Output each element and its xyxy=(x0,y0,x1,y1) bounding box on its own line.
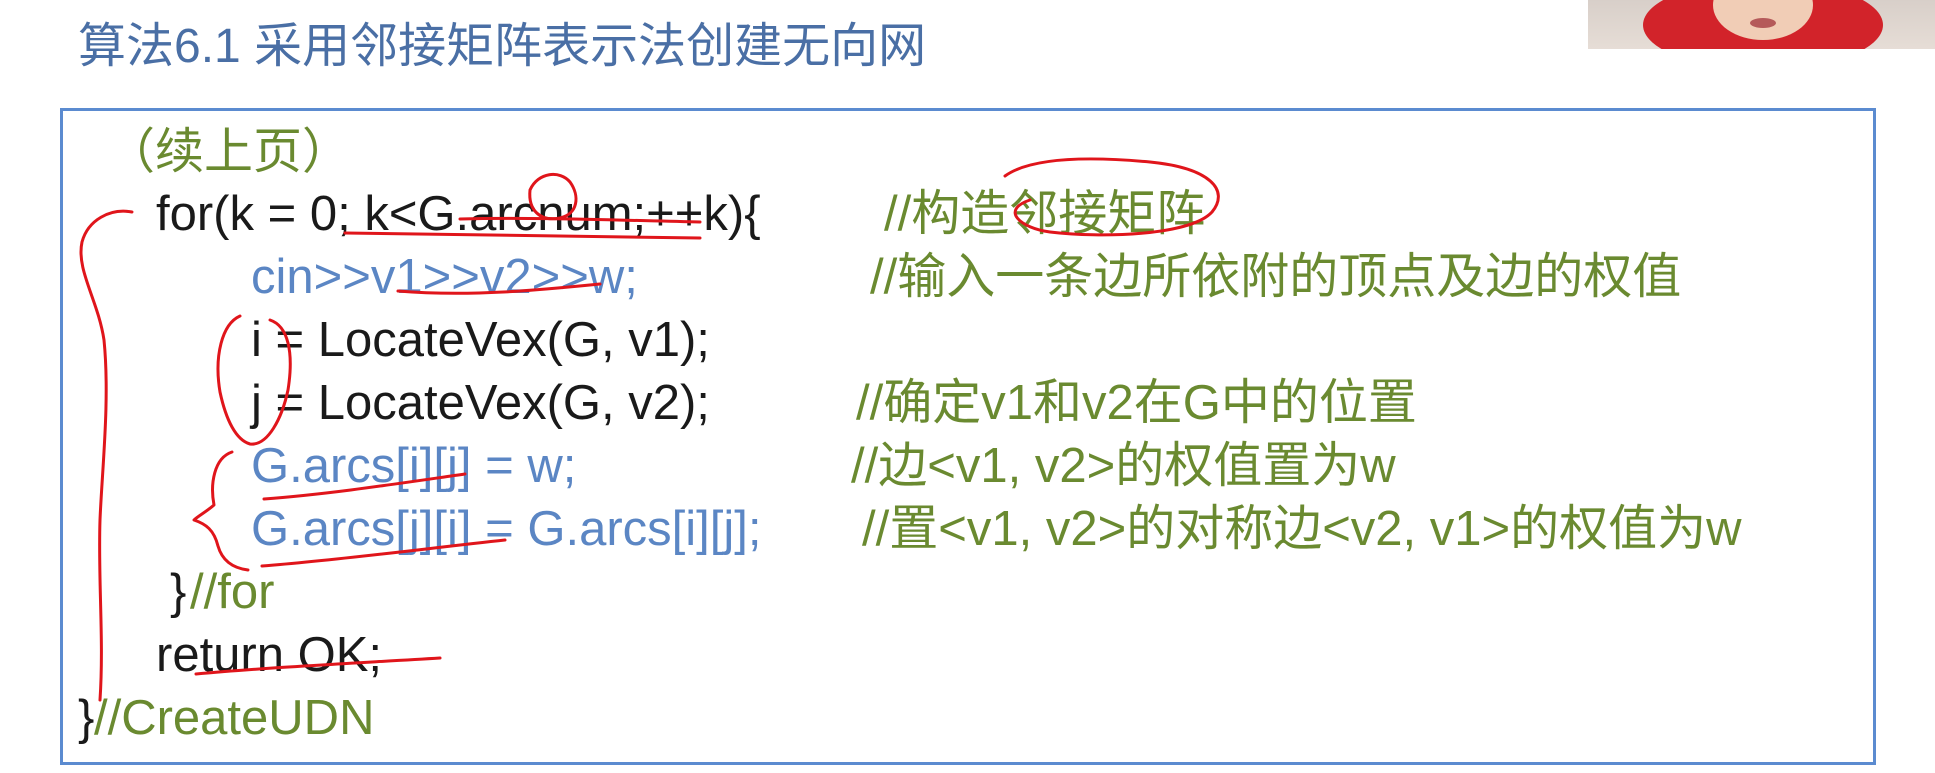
comment-cin: //输入一条边所依附的顶点及边的权值 xyxy=(870,250,1682,304)
slide-title: 算法6.1 采用邻接矩阵表示法创建无向网 xyxy=(78,20,927,73)
code-line-for: for(k = 0; k<G.arcnum;++k){ xyxy=(156,187,761,241)
code-line-locate-j: j = LocateVex(G, v2); xyxy=(251,376,710,430)
comment-for: //构造邻接矩阵 xyxy=(884,187,1206,241)
code-line-arcs-ij: G.arcs[i][j] = w; xyxy=(251,439,577,493)
presenter-mouth xyxy=(1750,18,1776,28)
code-line-close-func: } xyxy=(78,691,95,745)
code-line-return: return OK; xyxy=(156,628,383,682)
continued-label: （续上页） xyxy=(106,125,352,179)
comment-arcs-ij: //边<v1, v2>的权值置为w xyxy=(851,439,1396,493)
code-line-cin: cin>>v1>>v2>>w; xyxy=(251,250,638,304)
presenter-webcam-thumbnail xyxy=(1588,0,1935,49)
comment-close-for: //for xyxy=(190,565,275,619)
comment-close-func: //CreateUDN xyxy=(94,691,375,745)
comment-arcs-ji: //置<v1, v2>的对称边<v2, v1>的权值为w xyxy=(862,502,1742,556)
code-line-locate-i: i = LocateVex(G, v1); xyxy=(251,313,710,367)
comment-locate: //确定v1和v2在G中的位置 xyxy=(856,376,1417,430)
code-line-arcs-ji: G.arcs[j][i] = G.arcs[i][j]; xyxy=(251,502,762,556)
code-line-close-for: } xyxy=(170,565,187,619)
